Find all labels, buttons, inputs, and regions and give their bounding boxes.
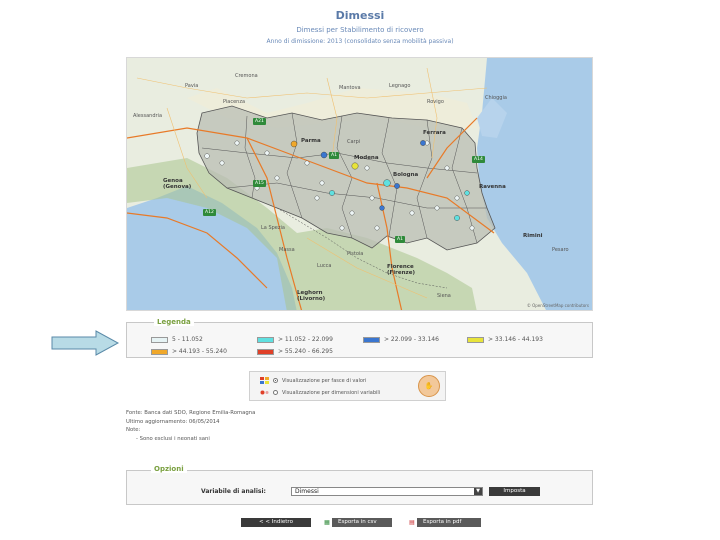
- road-shield-a14: A14: [472, 156, 485, 163]
- color-ranges-icon: [260, 377, 269, 384]
- export-csv-button[interactable]: ▦ Esporta in csv: [322, 518, 392, 527]
- legend-item-4: > 33.146 - 44.193: [467, 336, 543, 343]
- map-view[interactable]: Pavia Cremona Mantova Legnago Rovigo Chi…: [126, 57, 593, 311]
- map-label-leghorn: Leghorn (Livorno): [297, 290, 326, 303]
- notes-block: Fonte: Banca dati SDO, Regione Emilia-Ro…: [126, 409, 255, 443]
- legend-label: > 55.240 - 66.295: [278, 348, 333, 355]
- visualization-panel: Visualizzazione per fasce di valori Visu…: [249, 371, 446, 401]
- legend-label: > 22.099 - 33.146: [384, 336, 439, 343]
- viz-option-sizes[interactable]: Visualizzazione per dimensioni variabili: [260, 389, 380, 396]
- export-pdf-button[interactable]: ▤ Esporta in pdf: [407, 518, 481, 527]
- legend-label: > 11.052 - 22.099: [278, 336, 333, 343]
- radio-ranges[interactable]: [273, 378, 278, 383]
- legend-swatch: [467, 336, 484, 343]
- map-label-ferrara: Ferrara: [423, 130, 446, 136]
- map-label-siena: Siena: [437, 293, 451, 299]
- legend-label: > 44.193 - 55.240: [172, 348, 227, 355]
- map-label-cremona: Cremona: [235, 73, 258, 79]
- export-csv-label: Esporta in csv: [338, 519, 377, 525]
- map-label-genoa: Genoa (Genova): [163, 178, 192, 191]
- variable-label: Variabile di analisi:: [201, 488, 266, 495]
- map-label-ravenna: Ravenna: [479, 184, 506, 190]
- notes-label: Note:: [126, 427, 141, 434]
- map-label-piacenza: Piacenza: [223, 99, 246, 105]
- variable-size-icon: [260, 390, 269, 395]
- map-label-carpi: Carpi: [347, 139, 361, 145]
- legend-item-5: > 44.193 - 55.240: [151, 348, 227, 355]
- map-canvas: [127, 58, 592, 310]
- map-label-florence: Florence (Firenze): [387, 264, 415, 277]
- legend-swatch: [151, 348, 168, 355]
- map-label-lucca: Lucca: [317, 263, 332, 269]
- road-shield-a21: A21: [253, 118, 266, 125]
- back-button[interactable]: < < Indietro: [241, 518, 311, 527]
- legend-item-3: > 22.099 - 33.146: [363, 336, 439, 343]
- chevron-down-icon[interactable]: ▼: [474, 488, 482, 495]
- map-label-rovigo: Rovigo: [427, 99, 444, 105]
- legend-title: Legenda: [154, 318, 194, 326]
- export-pdf-label: Esporta in pdf: [423, 519, 462, 525]
- road-shield-a15: A15: [253, 180, 266, 187]
- variable-select[interactable]: Dimessi ▼: [291, 487, 483, 496]
- map-label-massa: Massa: [279, 247, 295, 253]
- map-label-la-spezia: La Spezia: [261, 225, 285, 231]
- apply-button[interactable]: Imposta: [489, 487, 540, 496]
- map-label-pavia: Pavia: [185, 83, 199, 89]
- csv-file-icon: ▦: [322, 518, 332, 527]
- legend-item-1: 5 - 11.052: [151, 336, 203, 343]
- legend-swatch: [257, 348, 274, 355]
- map-label-parma: Parma: [301, 138, 321, 144]
- map-label-modena: Modena: [354, 155, 379, 161]
- note-item: - Sono esclusi i neonati sani: [136, 435, 210, 442]
- variable-select-value: Dimessi: [295, 488, 319, 495]
- page-subtitle: Dimessi per Stabilimento di ricovero: [296, 26, 424, 34]
- map-copyright: © OpenStreetMap contributors: [526, 303, 589, 308]
- legend-item-2: > 11.052 - 22.099: [257, 336, 333, 343]
- options-title: Opzioni: [151, 465, 187, 473]
- map-label-bologna: Bologna: [393, 172, 419, 178]
- source-text: Fonte: Banca dati SDO, Regione Emilia-Ro…: [126, 410, 256, 416]
- legend-item-6: > 55.240 - 66.295: [257, 348, 333, 355]
- road-shield-a1: A1: [329, 152, 339, 159]
- viz-option-ranges-label: Visualizzazione per fasce di valori: [282, 377, 367, 384]
- legend-label: 5 - 11.052: [172, 336, 203, 343]
- road-shield-a12: A12: [203, 209, 216, 216]
- legend-swatch: [363, 336, 380, 343]
- last-updated-text: Ultimo aggiornamento: 06/05/2014: [126, 418, 220, 425]
- radio-sizes[interactable]: [273, 390, 278, 395]
- map-label-pistoia: Pistoia: [347, 251, 364, 257]
- viz-option-ranges[interactable]: Visualizzazione per fasce di valori: [260, 377, 366, 384]
- hands-logo-icon: ✋: [418, 375, 440, 397]
- map-label-mantova: Mantova: [339, 85, 361, 91]
- page-title: Dimessi: [335, 9, 385, 22]
- map-label-pesaro: Pesaro: [552, 247, 569, 253]
- map-label-chioggia: Chioggia: [485, 95, 507, 101]
- legend-swatch: [151, 336, 168, 343]
- pdf-file-icon: ▤: [407, 518, 417, 527]
- legend-label: > 33.146 - 44.193: [488, 336, 543, 343]
- page-description: Anno di dimissione: 2013 (consolidato se…: [266, 38, 454, 45]
- viz-option-sizes-label: Visualizzazione per dimensioni variabili: [282, 389, 381, 396]
- road-shield-a1-south: A1: [395, 236, 405, 243]
- arrow-right-icon: [51, 330, 120, 356]
- map-label-legnago: Legnago: [389, 83, 411, 89]
- map-label-alessandria: Alessandria: [133, 113, 163, 119]
- legend-swatch: [257, 336, 274, 343]
- map-label-rimini: Rimini: [523, 233, 543, 239]
